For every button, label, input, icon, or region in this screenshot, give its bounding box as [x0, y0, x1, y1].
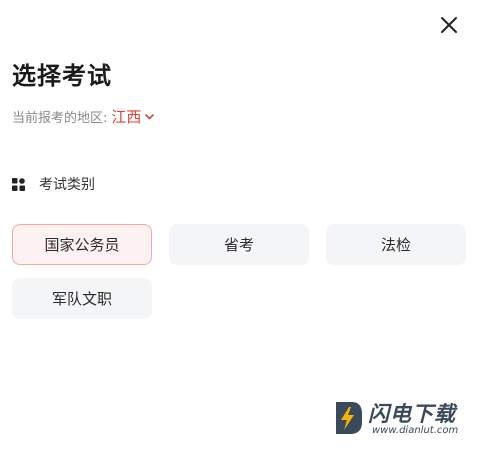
exam-selection-dialog: 选择考试 当前报考的地区: 江西 考试类别 国家公务员 省考 法检 军队文职 闪… — [0, 0, 480, 459]
close-icon — [441, 17, 457, 33]
region-label: 当前报考的地区: — [12, 111, 108, 126]
option-provincial-exam[interactable]: 省考 — [169, 224, 309, 265]
option-military-civilian[interactable]: 军队文职 — [12, 278, 152, 319]
close-button[interactable] — [436, 12, 462, 38]
watermark: 闪电下载 www.dianlut.com — [332, 396, 472, 440]
exam-category-header: 考试类别 — [12, 174, 95, 194]
watermark-url: www.dianlut.com — [372, 425, 459, 436]
region-row: 当前报考的地区: 江西 — [12, 106, 155, 127]
grid-icon — [12, 177, 25, 191]
dialog-title: 选择考试 — [12, 62, 112, 90]
option-law-inspection[interactable]: 法检 — [326, 224, 466, 265]
option-national-civil-servant[interactable]: 国家公务员 — [12, 224, 152, 265]
watermark-name: 闪电下载 — [368, 402, 456, 426]
lightning-logo-icon — [336, 402, 362, 434]
region-selector[interactable]: 江西 — [111, 106, 155, 127]
region-value: 江西 — [111, 108, 142, 126]
section-title: 考试类别 — [39, 177, 95, 193]
exam-options: 国家公务员 省考 法检 军队文职 — [12, 224, 468, 319]
chevron-down-icon — [145, 113, 155, 119]
